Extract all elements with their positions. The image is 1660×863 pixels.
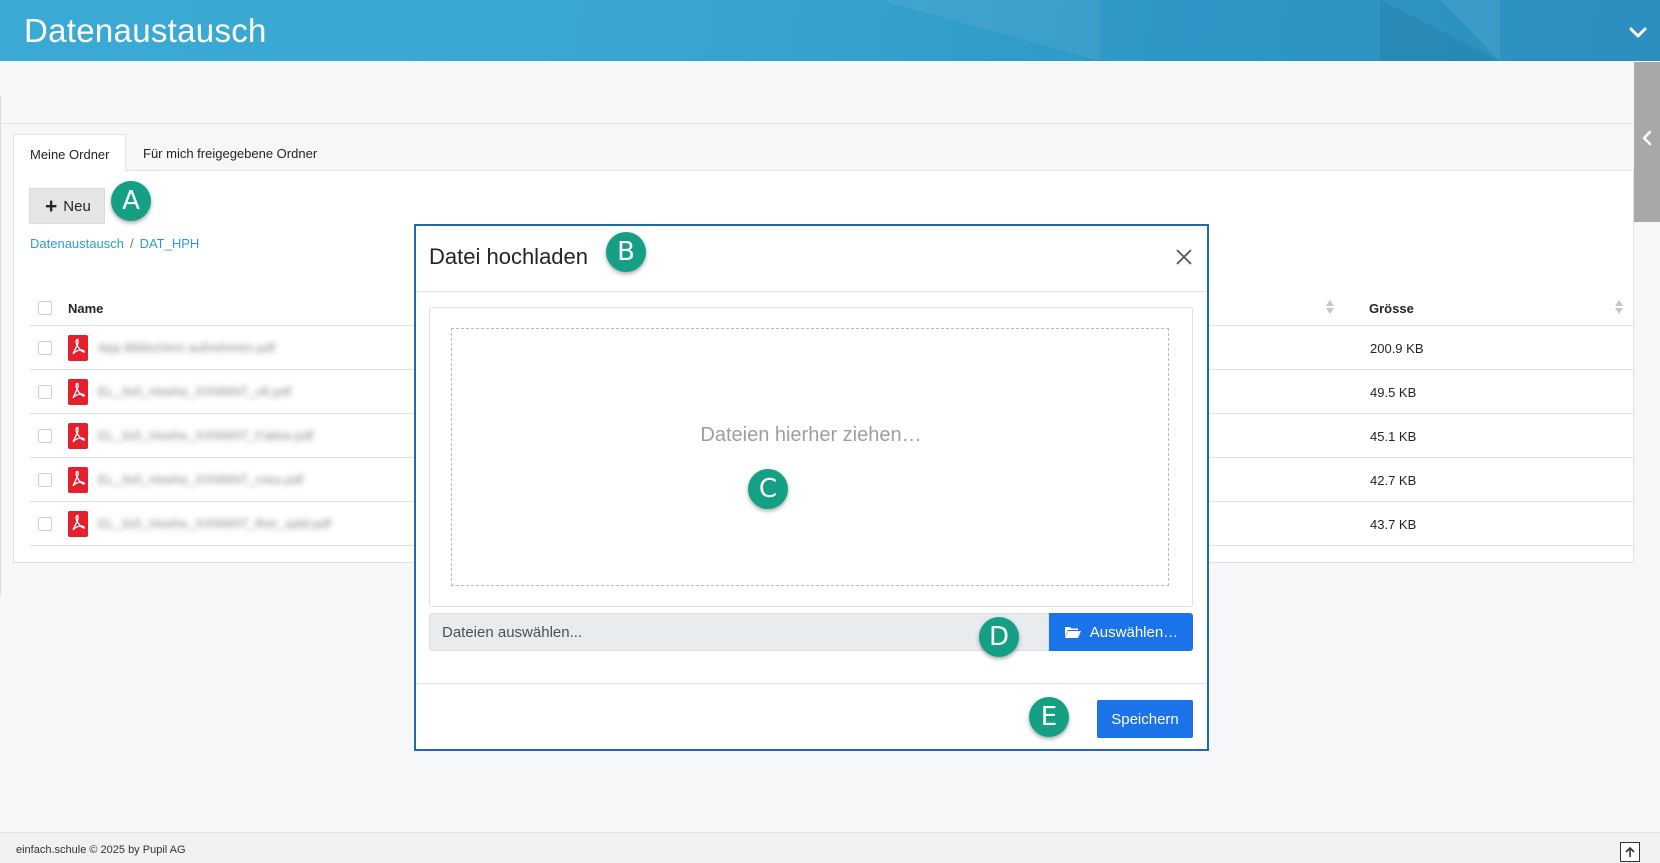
- tab-meine-ordner[interactable]: Meine Ordner: [13, 134, 126, 171]
- pdf-icon: [68, 379, 88, 408]
- annotation-marker-d: D: [979, 617, 1019, 657]
- new-button[interactable]: + Neu: [29, 188, 105, 224]
- upload-modal: Datei hochladen Dateien hierher ziehen… …: [414, 224, 1209, 751]
- file-input[interactable]: Dateien auswählen...: [429, 613, 1049, 651]
- annotation-marker-c: C: [748, 469, 788, 509]
- select-files-label: Auswählen…: [1089, 623, 1179, 641]
- breadcrumb: Datenaustausch / DAT_HPH: [30, 236, 199, 251]
- scroll-to-top-button[interactable]: [1620, 842, 1640, 862]
- pdf-icon: [68, 511, 88, 540]
- folder-open-icon: [1064, 627, 1081, 638]
- close-icon[interactable]: [1175, 248, 1193, 266]
- header-decoration: [880, 0, 1100, 61]
- chevron-down-icon[interactable]: [1626, 20, 1650, 44]
- row-checkbox[interactable]: [38, 473, 52, 487]
- header-decoration: [1440, 0, 1500, 61]
- sort-icon[interactable]: [1615, 300, 1623, 316]
- arrow-up-icon: [1625, 846, 1635, 857]
- file-name[interactable]: EL_3x5_Hoehe_XXNNNT_rneu.pdf: [98, 472, 303, 487]
- page-footer: einfach.schule © 2025 by Pupil AG: [0, 832, 1660, 863]
- file-name[interactable]: EL_3x5_Hoehe_XXNNNT_Faktor.pdf: [98, 428, 313, 443]
- annotation-marker-b: B: [606, 232, 646, 272]
- copyright-text: einfach.schule © 2025 by Pupil AG: [16, 844, 186, 856]
- column-name[interactable]: Name: [68, 301, 103, 316]
- breadcrumb-separator: /: [129, 236, 134, 251]
- divider: [0, 123, 1634, 124]
- modal-title: Datei hochladen: [429, 244, 589, 269]
- file-size: 49.5 KB: [1370, 385, 1417, 400]
- sort-icon[interactable]: [1326, 300, 1334, 316]
- modal-header: Datei hochladen: [416, 226, 1207, 292]
- row-checkbox[interactable]: [38, 429, 52, 443]
- dropzone-text: Dateien hierher ziehen…: [700, 424, 922, 446]
- file-size: 42.7 KB: [1370, 473, 1417, 488]
- select-all-checkbox[interactable]: [38, 301, 52, 315]
- app-header: Datenaustausch: [0, 0, 1660, 61]
- pdf-icon: [68, 467, 88, 496]
- file-size: 43.7 KB: [1370, 517, 1417, 532]
- file-size: 45.1 KB: [1370, 429, 1417, 444]
- row-checkbox[interactable]: [38, 517, 52, 531]
- annotation-marker-a: A: [111, 181, 151, 221]
- file-size: 200.9 KB: [1370, 341, 1424, 356]
- file-name[interactable]: App Bildschirm aufnehmen.pdf: [98, 340, 275, 355]
- divider: [0, 95, 1, 595]
- pdf-icon: [68, 335, 88, 364]
- file-name[interactable]: EL_3x5_Hoehe_XXNNNT_fher_spld.pdf: [98, 516, 331, 531]
- plus-icon: +: [45, 194, 58, 218]
- column-size[interactable]: Grösse: [1369, 301, 1414, 316]
- file-name[interactable]: EL_3x5_Hoehe_XXNNNT_v8.pdf: [98, 384, 291, 399]
- annotation-marker-e: E: [1029, 697, 1069, 737]
- tab-freigegebene-ordner[interactable]: Für mich freigegebene Ordner: [143, 146, 317, 161]
- pdf-icon: [68, 423, 88, 452]
- sidebar-toggle[interactable]: [1634, 62, 1660, 222]
- row-checkbox[interactable]: [38, 341, 52, 355]
- new-button-label: Neu: [63, 197, 91, 215]
- select-files-button[interactable]: Auswählen…: [1049, 613, 1193, 651]
- dropzone-container: Dateien hierher ziehen…: [429, 307, 1193, 607]
- chevron-left-icon: [1642, 130, 1652, 146]
- modal-footer-divider: [416, 683, 1207, 684]
- save-button[interactable]: Speichern: [1097, 700, 1193, 738]
- breadcrumb-item-current[interactable]: DAT_HPH: [140, 236, 200, 251]
- row-checkbox[interactable]: [38, 385, 52, 399]
- dropzone[interactable]: Dateien hierher ziehen…: [451, 328, 1169, 586]
- page-title: Datenaustausch: [24, 12, 267, 49]
- breadcrumb-item-root[interactable]: Datenaustausch: [30, 236, 124, 251]
